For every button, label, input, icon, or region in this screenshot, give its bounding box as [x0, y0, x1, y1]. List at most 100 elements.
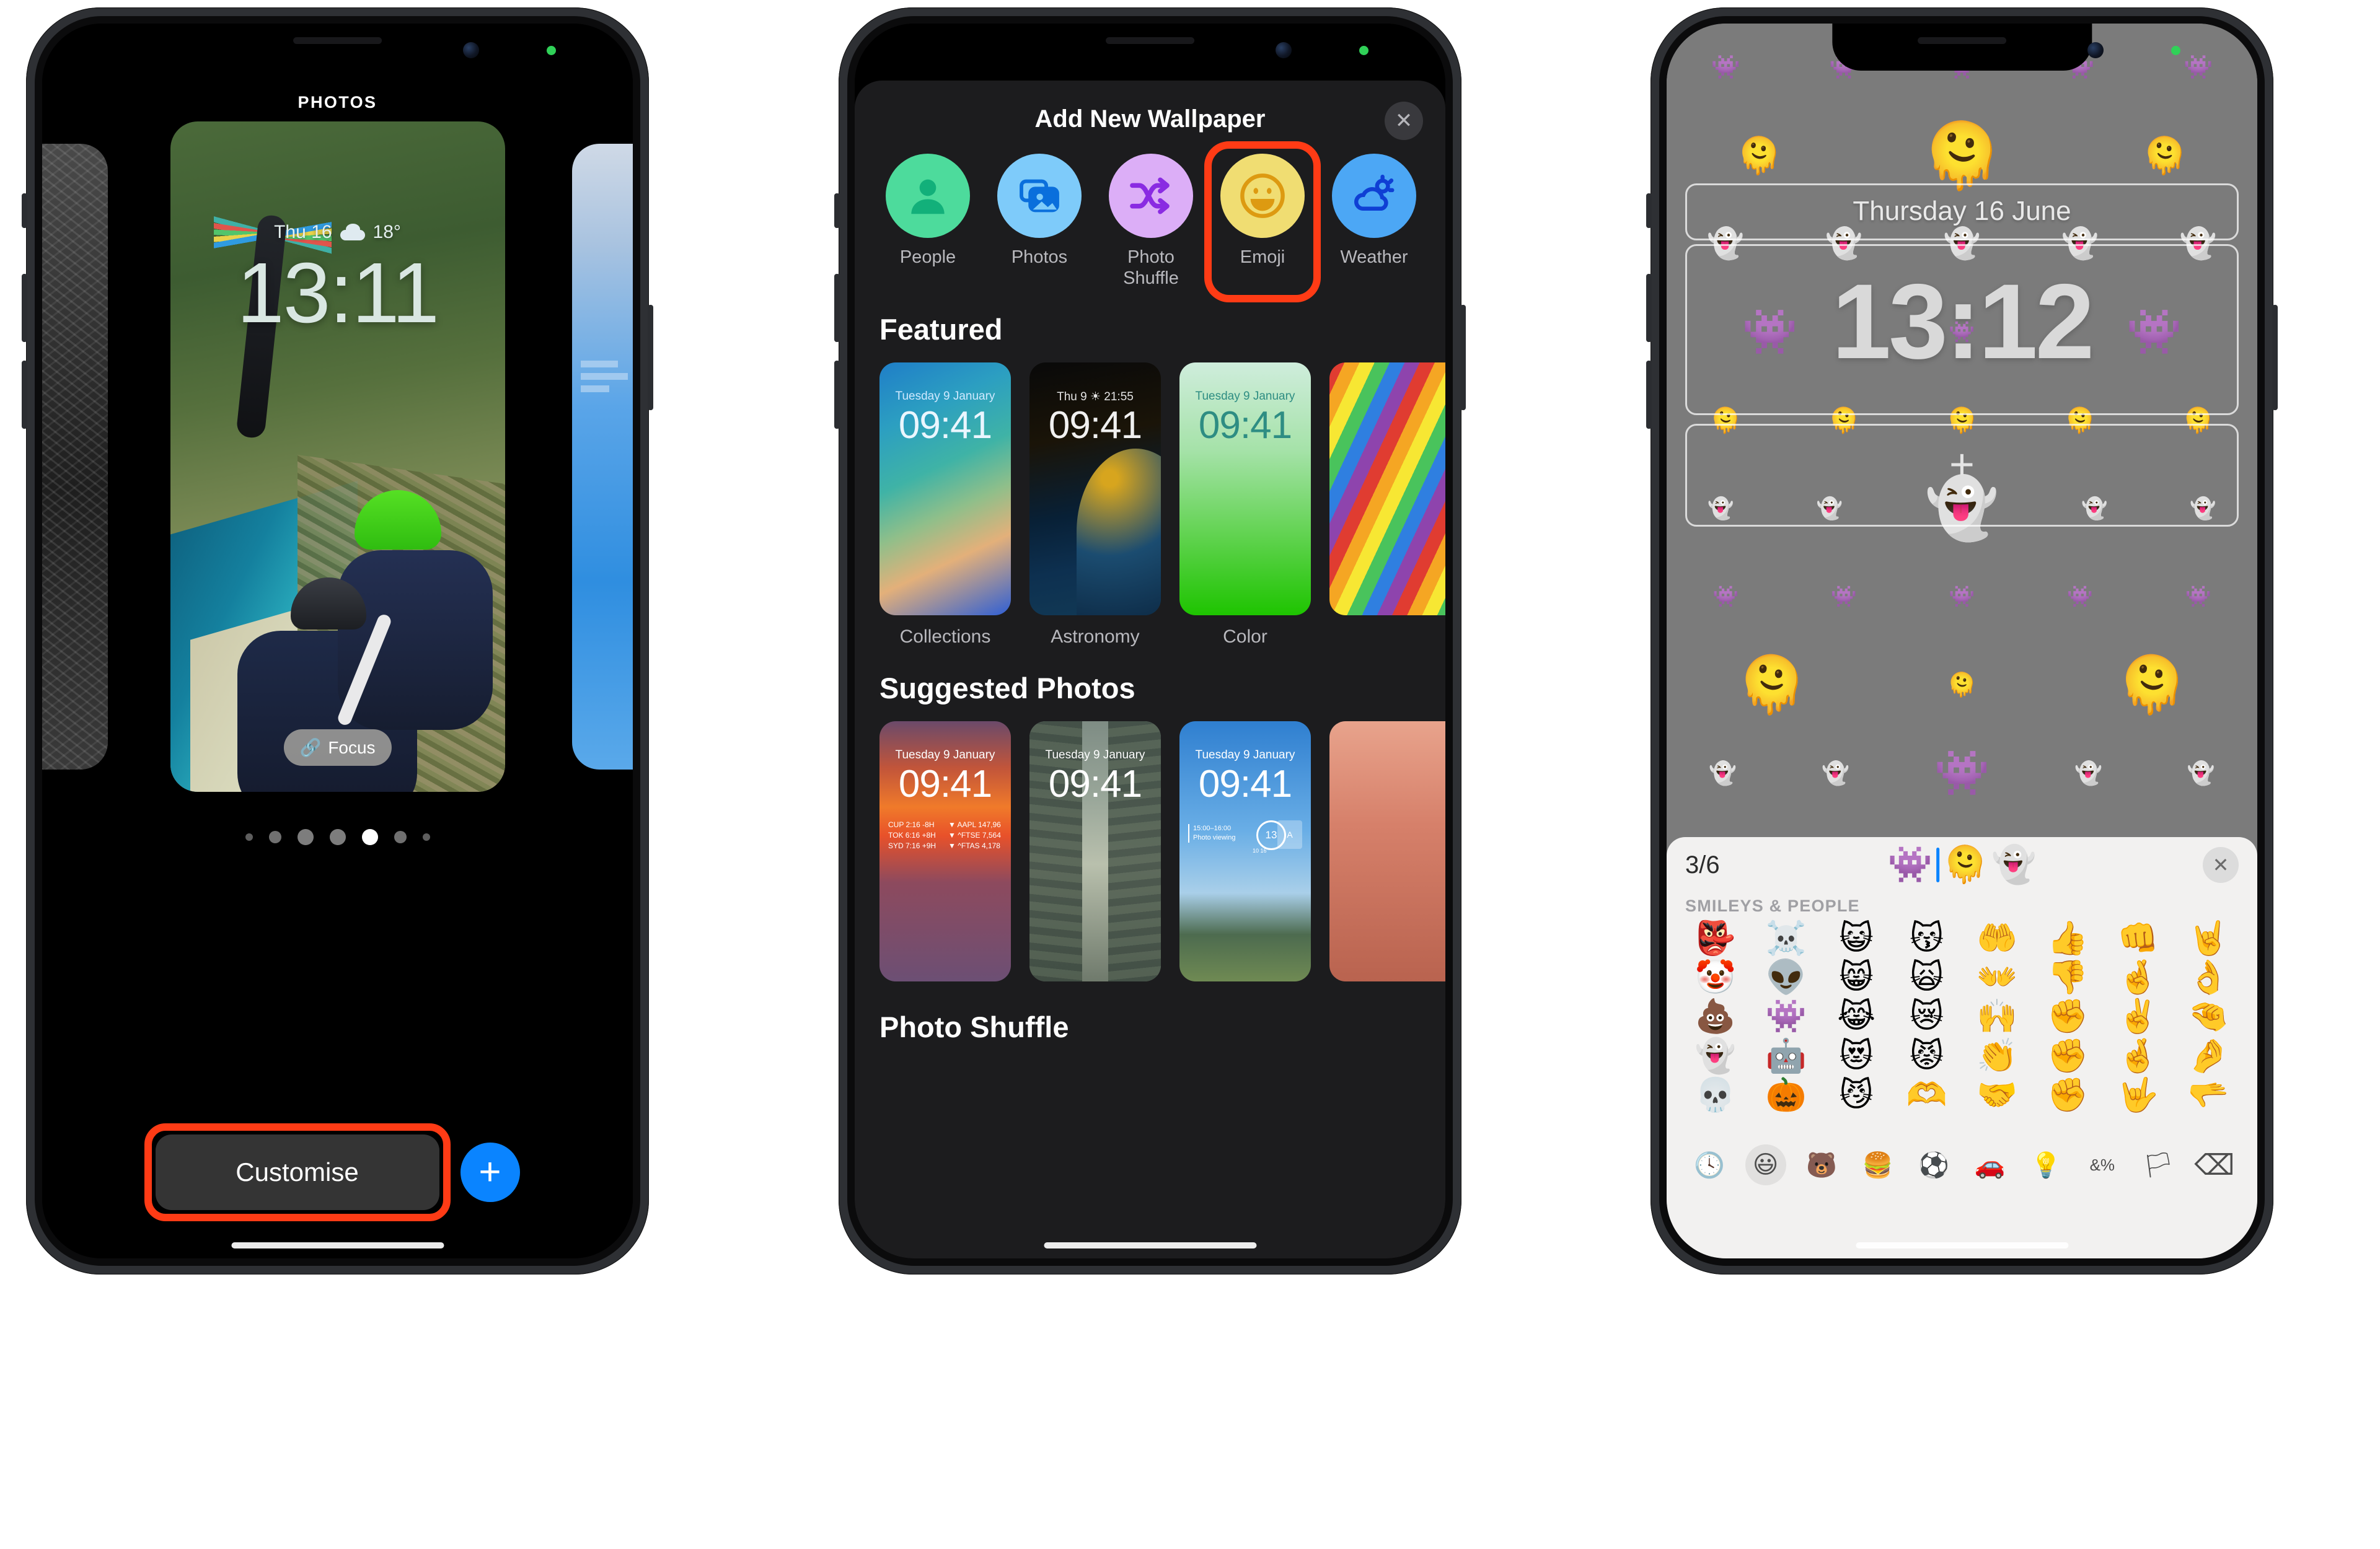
emoji-key[interactable]: 👾: [1751, 999, 1822, 1034]
page-dot[interactable]: [329, 829, 346, 845]
selected-emoji-field[interactable]: 👾 🫠 👻: [1888, 844, 2037, 886]
wallpaper-thumb-pride[interactable]: [1329, 362, 1445, 616]
emoji-key[interactable]: 😿: [1892, 999, 1962, 1034]
volume-down-button[interactable]: [834, 361, 840, 429]
close-icon[interactable]: ✕: [2203, 847, 2239, 883]
selected-emoji[interactable]: 👾: [1888, 844, 1933, 886]
emoji-grid[interactable]: 👺 ☠️ 😺 😽 🤲 👍 👊 🤘 🤡 👽 😸 🙀 👐 👎 🤞 👌 💩 👾 😹 😿 🙌 ✊ ✌️ 🤏 👻 🤖 😻 😾 👏 ✊ 🤞 🤌 💀 🎃 😼 🫶 🤝 ✊…: [1667, 921, 2257, 1113]
emoji-key[interactable]: 🙌: [1962, 999, 2033, 1034]
smiley-icon[interactable]: 😃: [1745, 1144, 1786, 1185]
mute-switch[interactable]: [22, 193, 27, 228]
power-button[interactable]: [1460, 305, 1466, 410]
suggested-thumb-sunset[interactable]: Tuesday 9 January 09:41 CUP 2:16 -8H ▼ A…: [879, 721, 1011, 982]
emoji-key[interactable]: 🤲: [1962, 921, 2033, 956]
emoji-keyboard[interactable]: 3/6 👾 🫠 👻 ✕ SMILEYS & PEOPLE 👺 ☠️ 😺 😽 🤲 👍 👊 🤘 🤡 👽…: [1667, 837, 2257, 1258]
page-dots[interactable]: [42, 829, 633, 845]
emoji-key[interactable]: 🤏: [2173, 999, 2244, 1034]
customise-button[interactable]: Customise: [155, 1134, 439, 1210]
home-indicator[interactable]: [1043, 1242, 1257, 1248]
wallpaper-card-current[interactable]: Thu 16 18° 13:11 🔗 Focus: [170, 121, 505, 792]
objects-icon[interactable]: 💡: [2025, 1144, 2066, 1185]
emoji-key[interactable]: 👊: [2103, 921, 2174, 956]
volume-up-button[interactable]: [834, 274, 840, 342]
volume-up-button[interactable]: [22, 274, 27, 342]
sports-icon[interactable]: ⚽: [1913, 1144, 1954, 1185]
emoji-key[interactable]: 👐: [1962, 960, 2033, 995]
add-widget-button[interactable]: +: [1949, 442, 1975, 486]
emoji-key[interactable]: ✊: [2032, 999, 2103, 1034]
emoji-key[interactable]: 🙀: [1892, 960, 1962, 995]
emoji-key[interactable]: 💩: [1680, 999, 1751, 1034]
animals-icon[interactable]: 🐻: [1801, 1144, 1842, 1185]
emoji-key[interactable]: 😾: [1892, 1038, 1962, 1073]
suggested-thumb-extra[interactable]: [1329, 721, 1445, 982]
flags-icon[interactable]: 🏳: [2138, 1144, 2179, 1185]
emoji-key[interactable]: 😽: [1892, 921, 1962, 956]
emoji-key[interactable]: 👏: [1962, 1038, 2033, 1073]
emoji-key[interactable]: 👽: [1751, 960, 1822, 995]
emoji-key[interactable]: 😸: [1821, 960, 1892, 995]
suggested-thumb-row[interactable]: Tuesday 9 January 09:41 CUP 2:16 -8H ▼ A…: [855, 721, 1445, 982]
wallpaper-thumb-astronomy[interactable]: Thu 9 ☀ 21:55 09:41: [1029, 362, 1161, 616]
emoji-key[interactable]: 😼: [1821, 1077, 1892, 1113]
emoji-key[interactable]: 🫶: [1892, 1077, 1962, 1113]
wallpaper-type-photo-shuffle[interactable]: Photo Shuffle: [1101, 154, 1201, 289]
wallpaper-type-emoji[interactable]: Emoji: [1204, 141, 1321, 303]
emoji-key[interactable]: 👍: [2032, 921, 2103, 956]
emoji-key[interactable]: ☠️: [1751, 921, 1822, 956]
page-dot[interactable]: [268, 831, 281, 843]
emoji-key[interactable]: 👺: [1680, 921, 1751, 956]
emoji-key[interactable]: 🤞: [2103, 1038, 2174, 1073]
emoji-key[interactable]: 🤝: [1962, 1077, 2033, 1113]
volume-down-button[interactable]: [22, 361, 27, 429]
emoji-key[interactable]: 👻: [1680, 1038, 1751, 1073]
emoji-key[interactable]: 👎: [2032, 960, 2103, 995]
emoji-key[interactable]: 🎃: [1751, 1077, 1822, 1113]
clock-icon[interactable]: 🕓: [1689, 1144, 1730, 1185]
page-dot[interactable]: [297, 829, 314, 845]
wallpaper-type-people[interactable]: People: [878, 154, 977, 289]
backspace-icon[interactable]: ⌫: [2194, 1144, 2235, 1185]
close-button[interactable]: ✕: [1385, 102, 1423, 140]
emoji-key[interactable]: ✊: [2032, 1077, 2103, 1113]
wallpaper-card-next[interactable]: [572, 144, 633, 770]
home-indicator[interactable]: [1855, 1242, 2069, 1248]
page-dot-active[interactable]: [361, 829, 378, 845]
mute-switch[interactable]: [1646, 193, 1652, 228]
featured-thumb-row[interactable]: Tuesday 9 January 09:41 Collections Thu …: [855, 362, 1445, 647]
page-dot[interactable]: [245, 833, 253, 841]
emoji-key[interactable]: 💀: [1680, 1077, 1751, 1113]
wallpaper-carousel[interactable]: Thu 16 18° 13:11 🔗 Focus: [42, 121, 633, 804]
home-indicator[interactable]: [231, 1242, 444, 1248]
emoji-key[interactable]: 👌: [2173, 960, 2244, 995]
food-icon[interactable]: 🍔: [1858, 1144, 1898, 1185]
selected-emoji[interactable]: 👻: [1991, 844, 2036, 886]
suggested-thumb-forest[interactable]: Tuesday 9 January 09:41: [1029, 721, 1161, 982]
mute-switch[interactable]: [834, 193, 840, 228]
travel-icon[interactable]: 🚗: [1970, 1144, 2011, 1185]
emoji-key[interactable]: 🫳: [2173, 1077, 2244, 1113]
emoji-key[interactable]: 🤘: [2173, 921, 2244, 956]
emoji-key[interactable]: ✌️: [2103, 999, 2174, 1034]
power-button[interactable]: [2272, 305, 2278, 410]
emoji-key[interactable]: ✊: [2032, 1038, 2103, 1073]
emoji-key[interactable]: 🤌: [2173, 1038, 2244, 1073]
suggested-thumb-mountain[interactable]: Tuesday 9 January 09:41 15:00–16:00 Phot…: [1179, 721, 1311, 982]
volume-down-button[interactable]: [1646, 361, 1652, 429]
wallpaper-type-weather[interactable]: Weather: [1324, 154, 1424, 289]
volume-up-button[interactable]: [1646, 274, 1652, 342]
emoji-category-bar[interactable]: 🕓 😃 🐻 🍔 ⚽ 🚗 💡 &% 🏳 ⌫: [1667, 1144, 2257, 1185]
emoji-key[interactable]: 😻: [1821, 1038, 1892, 1073]
wallpaper-type-photos[interactable]: Photos: [990, 154, 1089, 289]
emoji-key[interactable]: 🤟: [2103, 1077, 2174, 1113]
emoji-key[interactable]: 🤖: [1751, 1038, 1822, 1073]
page-dot[interactable]: [422, 833, 430, 841]
page-dot[interactable]: [394, 831, 407, 843]
selected-emoji[interactable]: 🫠: [1943, 844, 1988, 886]
symbols-icon[interactable]: &%: [2082, 1144, 2123, 1185]
emoji-key[interactable]: 🤡: [1680, 960, 1751, 995]
wallpaper-thumb-collections[interactable]: Tuesday 9 January 09:41: [879, 362, 1011, 616]
emoji-key[interactable]: 😹: [1821, 999, 1892, 1034]
emoji-key[interactable]: 🤞: [2103, 960, 2174, 995]
power-button[interactable]: [648, 305, 653, 410]
